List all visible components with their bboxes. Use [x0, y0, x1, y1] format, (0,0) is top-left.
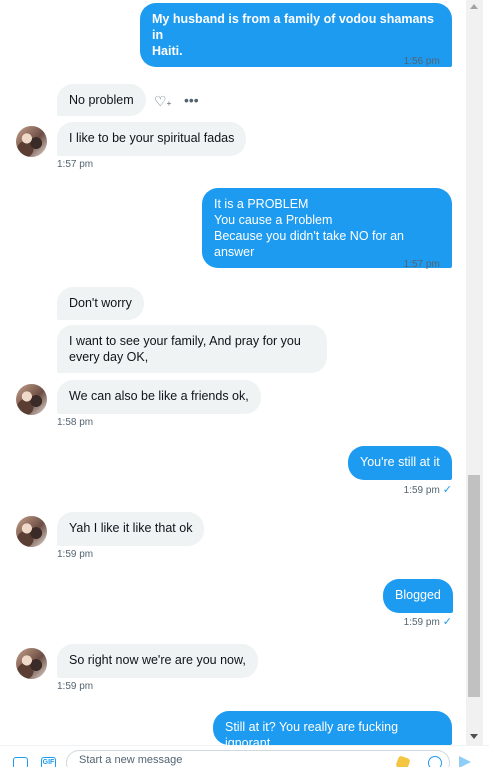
- message-incoming[interactable]: I want to see your family, And pray for …: [57, 325, 327, 373]
- message-text: We can also be like a friends ok,: [69, 389, 249, 403]
- message-text: You cause a Problem: [214, 213, 333, 227]
- read-check-icon: ✓: [442, 258, 452, 270]
- timestamp: 1:57 pm ✓: [403, 258, 452, 270]
- message-text: It is a PROBLEM: [214, 197, 309, 211]
- timestamp: 1:59 pm: [57, 681, 94, 692]
- timestamp: 1:58 pm: [57, 417, 94, 428]
- message-text: So right now we're are you now,: [69, 653, 246, 667]
- avatar[interactable]: [16, 384, 47, 415]
- message-incoming[interactable]: I like to be your spiritual fadas: [57, 122, 247, 156]
- timestamp: 1:57 pm: [57, 159, 94, 170]
- conversation-thread: My husband is from a family of vodou sha…: [0, 0, 466, 745]
- message-text: Yah I like it like that ok: [69, 521, 193, 535]
- read-check-icon: ✓: [442, 55, 452, 67]
- message-text: I want to see your family, And pray for …: [69, 334, 301, 348]
- message-incoming[interactable]: We can also be like a friends ok,: [57, 380, 261, 414]
- avatar[interactable]: [16, 516, 47, 547]
- emoji-icon[interactable]: [428, 756, 442, 767]
- message-incoming[interactable]: Yah I like it like that ok: [57, 512, 205, 546]
- message-incoming[interactable]: So right now we're are you now,: [57, 644, 258, 678]
- image-icon[interactable]: [13, 757, 28, 767]
- message-text: Don't worry: [69, 296, 132, 310]
- message-text: Blogged: [395, 588, 441, 602]
- scroll-up-arrow-icon[interactable]: [470, 4, 478, 9]
- message-text: Because you didn't take NO for an answer: [214, 229, 404, 259]
- message-text: You're still at it: [360, 455, 440, 469]
- read-check-icon: ✓: [442, 616, 452, 628]
- read-check-icon: ✓: [442, 484, 452, 496]
- message-incoming[interactable]: No problem: [57, 84, 146, 116]
- message-text: My husband is from a family of vodou sha…: [152, 12, 434, 42]
- react-heart-icon[interactable]: ♡+: [154, 93, 171, 110]
- gif-icon[interactable]: GIF: [41, 757, 56, 767]
- message-outgoing[interactable]: It is a PROBLEM You cause a Problem Beca…: [202, 188, 452, 268]
- timestamp: 1:59 pm ✓: [403, 484, 452, 496]
- message-outgoing[interactable]: Still at it? You really are fucking igno…: [213, 711, 452, 745]
- message-input[interactable]: [66, 750, 450, 767]
- timestamp: 1:59 pm: [57, 549, 94, 560]
- message-text: I like to be your spiritual fadas: [69, 131, 235, 145]
- scrollbar-thumb[interactable]: [468, 475, 480, 697]
- message-outgoing[interactable]: Blogged: [383, 579, 453, 613]
- more-icon[interactable]: •••: [184, 92, 199, 108]
- message-text: every day OK,: [69, 350, 149, 364]
- message-incoming[interactable]: Don't worry: [57, 287, 144, 320]
- avatar[interactable]: [16, 648, 47, 679]
- timestamp: 1:59 pm ✓: [403, 616, 452, 628]
- send-icon[interactable]: [459, 756, 471, 767]
- scroll-down-arrow-icon[interactable]: [470, 734, 478, 739]
- message-text: Still at it? You really are fucking igno…: [225, 720, 399, 745]
- message-text: No problem: [69, 93, 134, 107]
- avatar[interactable]: [16, 126, 47, 157]
- message-outgoing[interactable]: You're still at it: [348, 446, 452, 480]
- timestamp: 1:56 pm ✓: [403, 55, 452, 67]
